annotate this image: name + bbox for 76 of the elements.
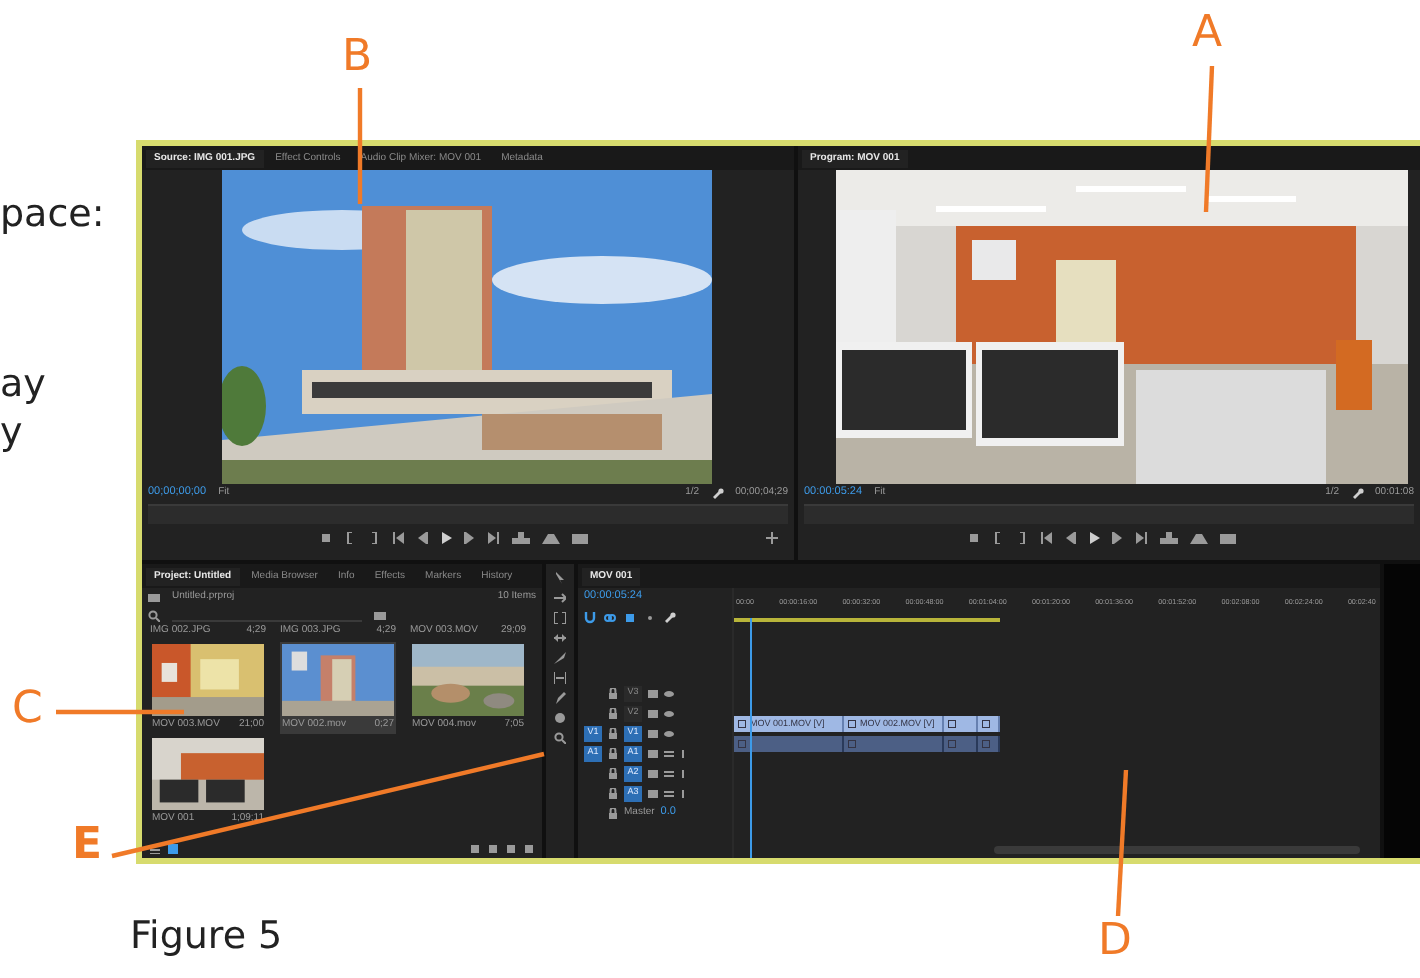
magnet-icon[interactable] [584,611,596,623]
callout-label: B [342,36,373,80]
fx-icon [848,740,856,748]
body-text: y [0,408,25,456]
mute-icon[interactable] [664,789,674,797]
callout-label: C [12,688,43,732]
figure-caption: Figure 5 [130,912,283,962]
lock-icon[interactable] [608,687,618,699]
wrench-icon[interactable] [664,611,676,623]
insert-icon[interactable] [1159,532,1177,544]
eye-icon[interactable] [664,709,674,717]
lock-icon[interactable] [608,807,618,819]
callout-label: A [1192,12,1223,56]
play-icon[interactable] [1087,532,1099,544]
eye-icon[interactable] [664,729,674,737]
lock-icon[interactable] [608,767,618,779]
go-to-in-icon[interactable] [392,532,404,544]
timeline-clip[interactable] [944,716,978,732]
step-back-icon[interactable] [416,532,428,544]
timeline-clip[interactable] [944,736,978,752]
overwrite-icon[interactable] [1189,532,1207,544]
timeline-clip[interactable] [978,736,1000,752]
play-icon[interactable] [440,532,452,544]
overwrite-icon[interactable] [542,532,560,544]
go-to-out-icon[interactable] [1135,532,1147,544]
timeline-clip[interactable] [844,736,944,752]
in-point-icon[interactable] [344,532,356,544]
in-point-icon[interactable] [991,532,1003,544]
fx-icon [982,720,990,728]
fx-icon [948,720,956,728]
callout-label: D [1098,920,1132,964]
fx-icon [738,740,746,748]
link-icon[interactable] [604,611,616,623]
body-text: ay [0,360,48,408]
eye-icon[interactable] [664,689,674,697]
plus-icon[interactable] [766,532,778,544]
mute-icon[interactable] [664,769,674,777]
pointer-icon[interactable] [554,572,566,584]
lock-icon[interactable] [608,727,618,739]
callout-label: E [72,824,103,868]
add-marker-icon[interactable] [624,611,636,623]
out-point-icon[interactable] [1015,532,1027,544]
razor-icon[interactable] [554,652,566,664]
lock-icon[interactable] [608,747,618,759]
mute-icon[interactable] [664,749,674,757]
dot-icon[interactable] [644,611,656,623]
marker-icon[interactable] [320,532,332,544]
step-back-icon[interactable] [1063,532,1075,544]
wrench-icon[interactable] [711,487,724,499]
grid-icon[interactable] [168,843,178,853]
leader-line [357,88,363,204]
timeline-clip[interactable] [734,736,844,752]
step-forward-icon[interactable] [1111,532,1123,544]
fx-icon [848,720,856,728]
step-forward-icon[interactable] [464,532,476,544]
bracket-icon[interactable] [554,612,566,624]
leader-line [56,709,184,715]
lock-icon[interactable] [608,787,618,799]
list-icon[interactable] [150,843,160,853]
fx-icon [738,720,746,728]
pen-icon[interactable] [554,692,566,704]
lock-icon[interactable] [608,707,618,719]
insert-icon[interactable] [512,532,530,544]
wrench-icon[interactable] [1351,487,1364,499]
go-to-in-icon[interactable] [1039,532,1051,544]
slip-icon[interactable] [554,672,566,684]
marker-icon[interactable] [967,532,979,544]
double-arrow-icon[interactable] [554,632,566,644]
timeline-clip[interactable] [978,716,1000,732]
track-select-icon[interactable] [554,592,566,604]
zoom-icon[interactable] [554,732,566,744]
fx-icon [982,740,990,748]
body-text: pace: [0,190,107,238]
out-point-icon[interactable] [368,532,380,544]
fx-icon [948,740,956,748]
go-to-out-icon[interactable] [488,532,500,544]
